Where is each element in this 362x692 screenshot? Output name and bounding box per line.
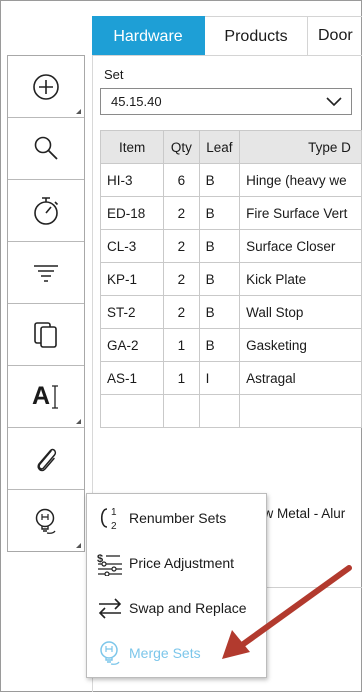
- hardware-table: Item Qty Leaf Type D HI-3 6 B Hinge (hea…: [99, 130, 362, 428]
- price-adjust-icon: $: [95, 550, 125, 576]
- cell-type: Astragal: [239, 361, 362, 395]
- cell-qty: 2: [163, 295, 200, 329]
- cell-item: [99, 394, 165, 428]
- cell-item: ST-2: [99, 295, 165, 329]
- cell-item: GA-2: [99, 328, 165, 362]
- cell-type: Kick Plate: [239, 262, 362, 296]
- renumber-icon: 12: [95, 504, 125, 532]
- bulb-tools-icon: [31, 505, 61, 537]
- cell-leaf: B: [198, 328, 241, 362]
- svg-text:1: 1: [111, 507, 117, 518]
- table-row[interactable]: ST-2 2 B Wall Stop: [99, 295, 362, 329]
- svg-text:2: 2: [111, 521, 117, 532]
- cell-type: [239, 394, 362, 428]
- cell-leaf: B: [198, 295, 241, 329]
- merge-bulb-icon: [95, 638, 125, 668]
- tab-products[interactable]: Products: [205, 16, 308, 56]
- cell-item: KP-1: [99, 262, 165, 296]
- cell-leaf: I: [198, 361, 241, 395]
- menu-item-swap-and-replace[interactable]: Swap and Replace: [87, 590, 266, 626]
- set-label: Set: [104, 67, 124, 82]
- tab-hardware[interactable]: Hardware: [92, 16, 205, 56]
- cell-item: AS-1: [99, 361, 165, 395]
- tab-bar: Hardware Products Door: [92, 16, 362, 56]
- cell-item: CL-3: [99, 229, 165, 263]
- column-header-item[interactable]: Item: [99, 130, 165, 164]
- set-value: 45.15.40: [111, 94, 162, 109]
- timer-button[interactable]: [8, 180, 84, 242]
- submenu-indicator: [76, 543, 81, 548]
- cell-qty: 1: [163, 361, 200, 395]
- submenu-indicator: [76, 109, 81, 114]
- left-toolbar: A: [7, 55, 85, 552]
- copy-button[interactable]: [8, 304, 84, 366]
- menu-item-label: Merge Sets: [129, 645, 201, 661]
- menu-item-label: Swap and Replace: [129, 600, 247, 616]
- add-circle-icon: [31, 72, 61, 102]
- cell-qty: 2: [163, 196, 200, 230]
- search-icon: [31, 134, 61, 164]
- stopwatch-icon: [31, 195, 61, 227]
- tools-popup-menu: 12 Renumber Sets $ Price Adjustment Swap…: [86, 493, 267, 678]
- submenu-indicator: [76, 419, 81, 424]
- cell-item: ED-18: [99, 196, 165, 230]
- cell-leaf: B: [198, 196, 241, 230]
- table-row[interactable]: KP-1 2 B Kick Plate: [99, 262, 362, 296]
- menu-item-label: Renumber Sets: [129, 510, 227, 526]
- set-dropdown[interactable]: 45.15.40: [100, 88, 352, 115]
- cell-leaf: B: [198, 262, 241, 296]
- column-header-leaf[interactable]: Leaf: [198, 130, 241, 164]
- column-header-type[interactable]: Type D: [239, 130, 362, 164]
- filter-lines-icon: [31, 261, 61, 285]
- menu-item-label: Price Adjustment: [129, 555, 235, 571]
- menu-item-renumber-sets[interactable]: 12 Renumber Sets: [87, 500, 266, 536]
- text-size-letter: A: [31, 382, 51, 410]
- cell-leaf: B: [198, 163, 241, 197]
- chevron-down-icon: [325, 94, 343, 113]
- cell-qty: 6: [163, 163, 200, 197]
- tools-button[interactable]: [8, 490, 84, 551]
- text-size-button[interactable]: A: [8, 366, 84, 428]
- cell-type: Gasketing: [239, 328, 362, 362]
- cell-type: Wall Stop: [239, 295, 362, 329]
- table-row-empty[interactable]: [99, 394, 362, 428]
- cell-qty: 2: [163, 229, 200, 263]
- cell-qty: 1: [163, 328, 200, 362]
- cell-qty: [163, 394, 200, 428]
- menu-item-merge-sets[interactable]: Merge Sets: [87, 635, 266, 671]
- table-row[interactable]: CL-3 2 B Surface Closer: [99, 229, 362, 263]
- tab-door[interactable]: Door: [308, 16, 362, 55]
- filter-button[interactable]: [8, 242, 84, 304]
- cell-type: Surface Closer: [239, 229, 362, 263]
- cell-item: HI-3: [99, 163, 165, 197]
- menu-item-price-adjustment[interactable]: $ Price Adjustment: [87, 545, 266, 581]
- cell-leaf: B: [198, 229, 241, 263]
- cell-qty: 2: [163, 262, 200, 296]
- cell-leaf: [198, 394, 241, 428]
- table-row[interactable]: HI-3 6 B Hinge (heavy we: [99, 163, 362, 197]
- attach-button[interactable]: [8, 428, 84, 490]
- table-row[interactable]: AS-1 1 I Astragal: [99, 361, 362, 395]
- column-header-qty[interactable]: Qty: [163, 130, 200, 164]
- add-button[interactable]: [8, 56, 84, 118]
- table-row[interactable]: ED-18 2 B Fire Surface Vert: [99, 196, 362, 230]
- table-row[interactable]: GA-2 1 B Gasketing: [99, 328, 362, 362]
- paperclip-icon: [31, 443, 61, 475]
- text-cursor-icon: A: [32, 382, 60, 412]
- cell-type: Fire Surface Vert: [239, 196, 362, 230]
- cell-type: Hinge (heavy we: [239, 163, 362, 197]
- search-button[interactable]: [8, 118, 84, 180]
- copy-pages-icon: [31, 320, 61, 350]
- table-header-row: Item Qty Leaf Type D: [99, 130, 362, 164]
- description-text: ow Metal - Alur: [256, 506, 346, 521]
- swap-arrows-icon: [95, 596, 125, 620]
